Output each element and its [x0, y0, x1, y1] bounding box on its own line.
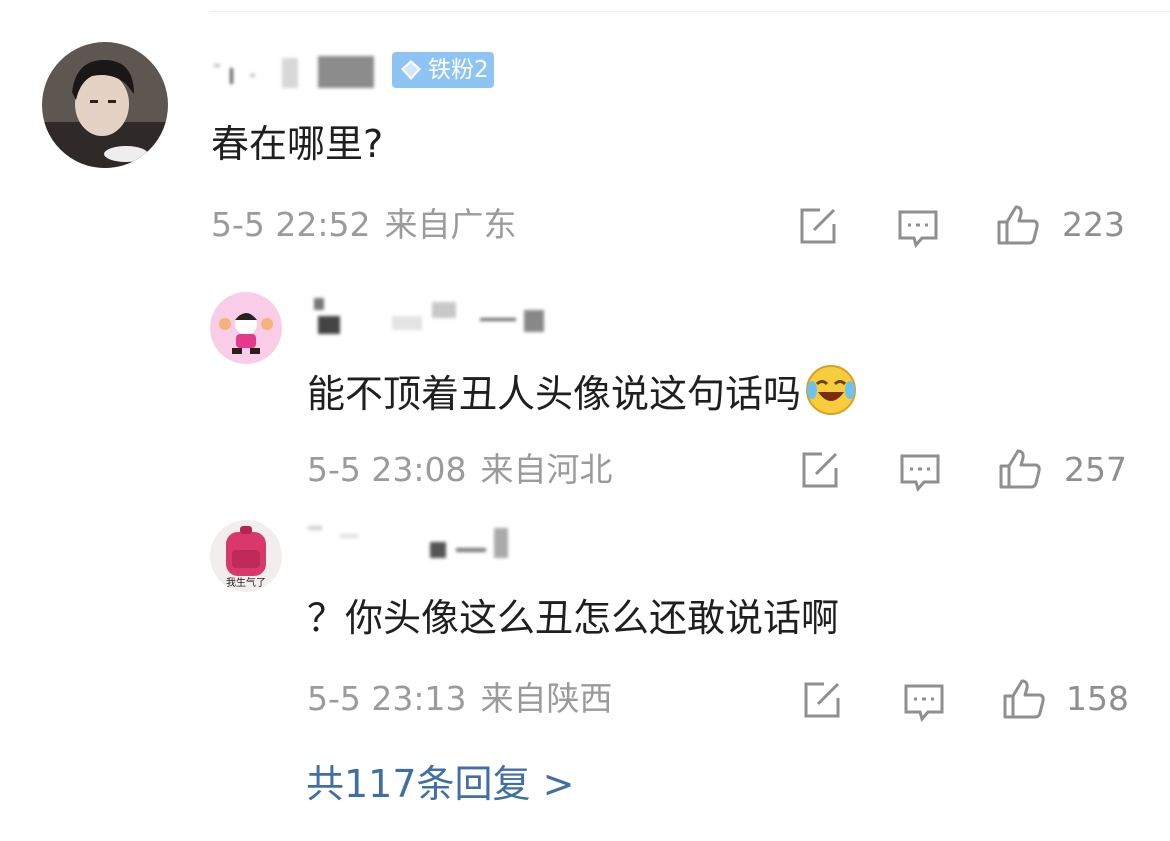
laughing-tears-icon — [805, 364, 857, 416]
like-count: 223 — [1062, 205, 1125, 244]
like-icon — [1003, 679, 1045, 719]
share-icon — [802, 452, 838, 488]
reply-1-text: 能不顶着丑人头像说这句话吗 — [307, 364, 857, 418]
diamond-icon — [401, 60, 421, 80]
reply-1-like-button[interactable] — [998, 446, 1042, 490]
comment-icon — [904, 684, 944, 723]
avatar-caption: 我生气了 — [226, 576, 266, 589]
like-button[interactable] — [996, 202, 1040, 246]
reply-1-content: 能不顶着丑人头像说这句话吗 — [307, 372, 802, 416]
comment-icon — [898, 210, 938, 249]
avatar-reply-1[interactable] — [210, 292, 282, 364]
reply-1-location: 来自河北 — [480, 450, 613, 489]
like-icon — [997, 205, 1039, 245]
comment-text: 春在哪里? — [211, 122, 384, 166]
reply-2-location: 来自陕西 — [480, 679, 613, 718]
reply-2-meta: 5-5 23:13 来自陕西 — [307, 679, 613, 719]
fan-level-badge[interactable]: 铁粉2 — [392, 52, 494, 88]
reply-2-like-count: 158 — [1066, 679, 1129, 718]
reply-2-text: ？你头像这么丑怎么还敢说话啊 — [307, 596, 840, 640]
reply-1-meta: 5-5 23:08 来自河北 — [307, 450, 613, 490]
reply-1-like-count: 257 — [1064, 450, 1127, 489]
avatar-reply-2[interactable]: 我生气了 — [210, 520, 282, 592]
reply-2-like-button[interactable] — [1002, 676, 1046, 720]
reply-2-reply-button[interactable] — [902, 680, 946, 724]
like-icon — [999, 449, 1041, 489]
comment-location: 来自广东 — [384, 205, 517, 244]
comment-time: 5-5 22:52 — [211, 205, 371, 244]
username-redacted[interactable] — [212, 50, 382, 90]
reply-2-username-redacted[interactable] — [300, 522, 530, 562]
comment-icon — [900, 454, 940, 493]
avatar-main-commenter[interactable] — [42, 42, 168, 168]
reply-1-username-redacted[interactable] — [310, 296, 560, 336]
comment-meta: 5-5 22:52 来自广东 — [211, 205, 517, 245]
reply-2-share-button[interactable] — [800, 678, 844, 722]
share-button[interactable] — [796, 204, 840, 248]
top-divider — [210, 11, 1170, 12]
share-icon — [800, 208, 836, 244]
reply-1-share-button[interactable] — [798, 448, 842, 492]
share-icon — [804, 682, 840, 718]
reply-2-time: 5-5 23:13 — [307, 679, 467, 718]
view-all-replies-link[interactable]: 共117条回复 > — [306, 760, 574, 808]
reply-1-reply-button[interactable] — [898, 450, 942, 494]
badge-label: 铁粉2 — [428, 56, 489, 83]
reply-button[interactable] — [896, 206, 940, 250]
reply-1-time: 5-5 23:08 — [307, 450, 467, 489]
